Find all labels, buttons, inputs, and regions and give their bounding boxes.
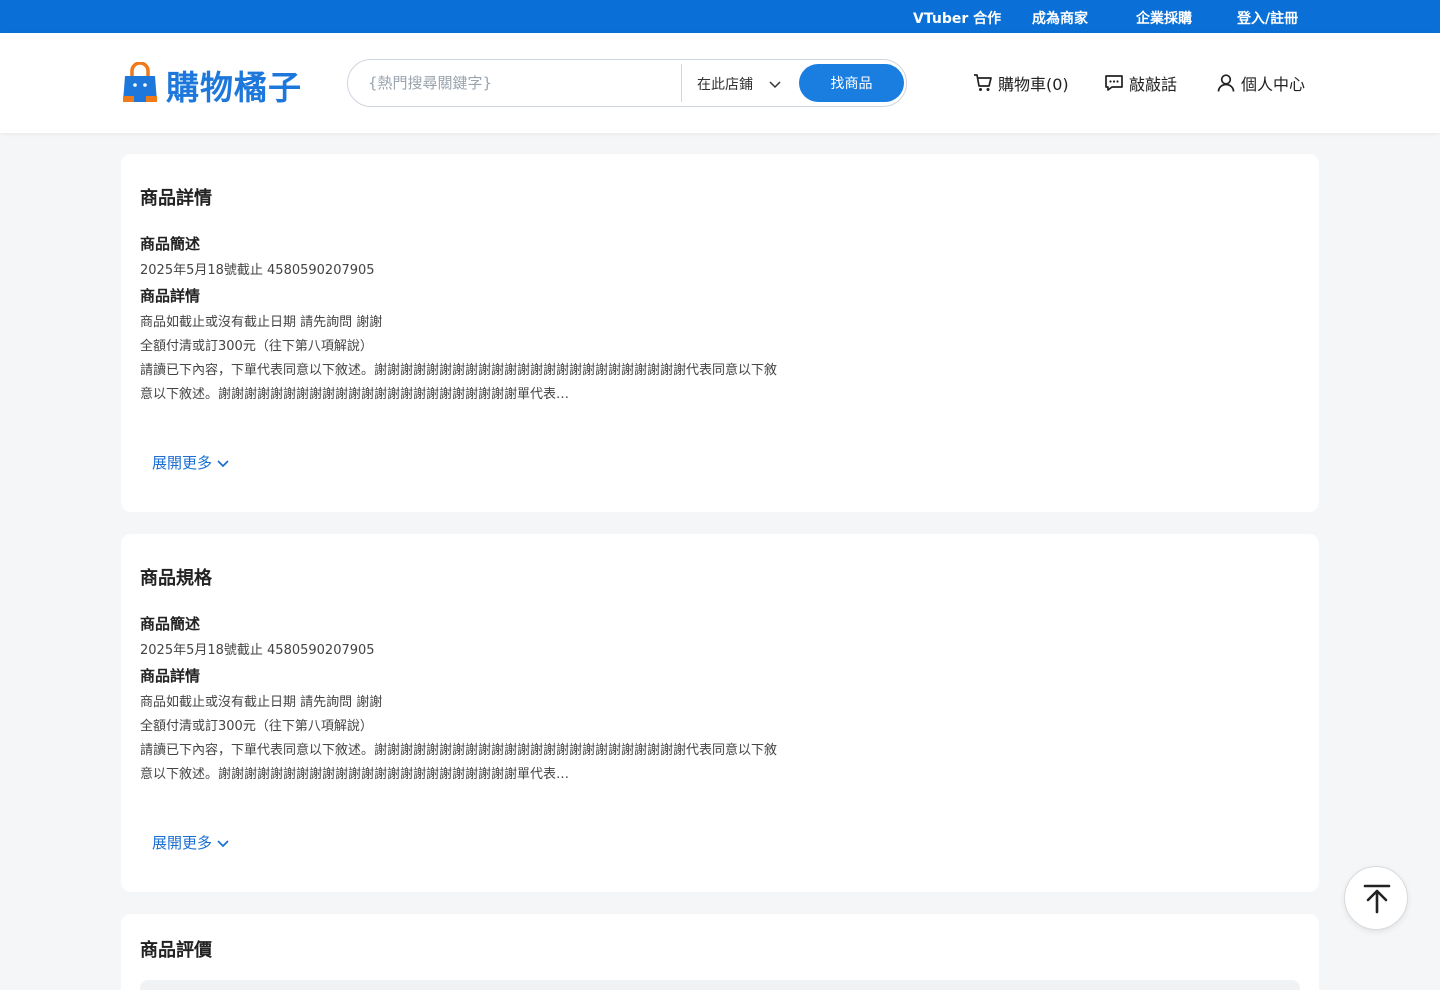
product-reviews-card: 商品評價 (121, 914, 1319, 990)
expand-more-button[interactable]: 展開更多 (152, 832, 230, 853)
expand-more-label: 展開更多 (152, 454, 213, 472)
become-merchant-link[interactable]: 成為商家 (1032, 8, 1088, 28)
detail-line: 意以下敘述。謝謝謝謝謝謝謝謝謝謝謝謝謝謝謝謝謝謝謝謝謝謝謝單代表… (140, 387, 570, 402)
chevron-down-icon (217, 839, 229, 847)
detail-heading: 商品詳情 (140, 287, 201, 305)
user-icon (1217, 74, 1235, 92)
logo-bag-icon[interactable] (122, 62, 158, 104)
search-button[interactable]: 找商品 (799, 64, 904, 102)
detail-line: 請讀已下內容，下單代表同意以下敘述。謝謝謝謝謝謝謝謝謝謝謝謝謝謝謝謝謝謝謝謝謝謝… (140, 743, 778, 758)
section-title: 商品規格 (140, 568, 212, 589)
chevron-down-icon (217, 459, 229, 467)
section-title: 商品評價 (140, 940, 212, 961)
expand-more-label: 展開更多 (152, 834, 213, 852)
detail-line: 全額付清或訂300元（往下第八項解說） (140, 339, 373, 354)
summary-heading: 商品簡述 (140, 235, 201, 253)
enterprise-link[interactable]: 企業採購 (1136, 8, 1192, 28)
review-summary-bar (140, 980, 1300, 990)
detail-line: 請讀已下內容，下單代表同意以下敘述。謝謝謝謝謝謝謝謝謝謝謝謝謝謝謝謝謝謝謝謝謝謝… (140, 363, 778, 378)
account-label: 個人中心 (1241, 75, 1306, 94)
back-to-top-button[interactable] (1344, 866, 1408, 930)
search-divider (681, 64, 682, 102)
account-link[interactable]: 個人中心 (1216, 71, 1305, 95)
section-title: 商品詳情 (140, 188, 212, 209)
cart-label: 購物車(0) (998, 75, 1069, 94)
top-bar: VTuber 合作 成為商家 企業採購 登入/註冊 (0, 0, 1440, 33)
search-scope-select[interactable]: 在此店鋪 (697, 74, 753, 94)
login-register-link[interactable]: 登入/註冊 (1237, 8, 1298, 28)
logo-text[interactable]: 購物橘子 (166, 61, 302, 109)
main-header: 購物橘子 在此店鋪 找商品 購物車(0) 敲敲話 個人中心 (0, 33, 1440, 133)
summary-heading: 商品簡述 (140, 615, 201, 633)
vtuber-link[interactable]: VTuber 合作 (913, 8, 1001, 28)
detail-line: 商品如截止或沒有截止日期 請先詢問 謝謝 (140, 695, 383, 710)
product-details-card: 商品詳情 商品簡述 2025年5月18號截止 4580590207905 商品詳… (121, 154, 1319, 512)
back-to-top-icon (1363, 884, 1391, 914)
product-specs-card: 商品規格 商品簡述 2025年5月18號截止 4580590207905 商品詳… (121, 534, 1319, 892)
detail-line: 全額付清或訂300元（往下第八項解說） (140, 719, 373, 734)
cart-icon (974, 74, 992, 91)
chat-link[interactable]: 敲敲話 (1104, 71, 1177, 95)
detail-line: 商品如截止或沒有截止日期 請先詢問 謝謝 (140, 315, 383, 330)
chat-label: 敲敲話 (1129, 75, 1178, 94)
chat-icon (1105, 75, 1123, 91)
summary-text: 2025年5月18號截止 4580590207905 (140, 643, 375, 658)
search-box: 在此店鋪 找商品 (347, 59, 907, 107)
detail-line: 意以下敘述。謝謝謝謝謝謝謝謝謝謝謝謝謝謝謝謝謝謝謝謝謝謝謝單代表… (140, 767, 570, 782)
chevron-down-icon[interactable] (768, 77, 782, 91)
cart-link[interactable]: 購物車(0) (973, 71, 1069, 95)
summary-text: 2025年5月18號截止 4580590207905 (140, 263, 375, 278)
detail-heading: 商品詳情 (140, 667, 201, 685)
expand-more-button[interactable]: 展開更多 (152, 452, 230, 473)
search-input[interactable] (368, 66, 668, 100)
